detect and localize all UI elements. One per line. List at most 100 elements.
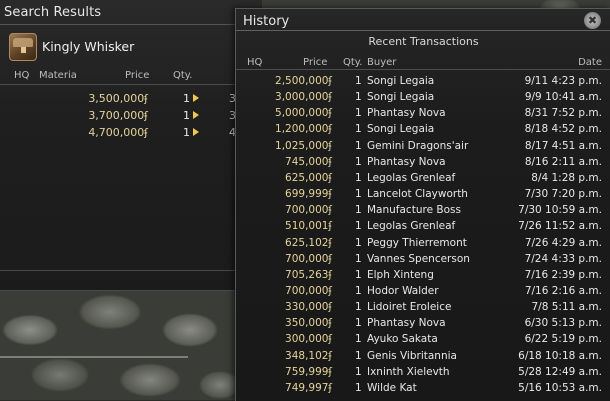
transaction-buyer: Songi Legaia — [367, 91, 435, 104]
listing-row[interactable]: 3,700,000ʄ 1 3 — [0, 108, 262, 125]
transaction-row: 759,999ʄ 1 Ixninth Xielevth 5/28 12:49 a.m. — [236, 365, 610, 381]
transaction-date: 9/11 4:23 p.m. — [524, 75, 602, 87]
search-results-window: Search Results Kingly Whisker HQ Materia… — [0, 0, 262, 291]
transaction-price: 745,000ʄ — [285, 155, 332, 168]
transaction-qty: 1 — [355, 349, 362, 362]
transaction-buyer: Hodor Walder — [367, 284, 439, 297]
transaction-date: 8/16 2:11 a.m. — [524, 155, 602, 168]
close-icon[interactable]: ✖ — [584, 12, 601, 29]
transaction-qty: 1 — [355, 268, 362, 281]
transaction-date: 8/17 4:51 a.m. — [524, 139, 602, 152]
transaction-row: 699,999ʄ 1 Lancelot Clayworth 7/30 7:20 p.m… — [236, 187, 610, 203]
transaction-price: 700,000ʄ — [285, 284, 332, 297]
column-header-date: Date — [578, 57, 602, 68]
transaction-price: 348,102ʄ — [285, 349, 332, 362]
header-divider — [0, 84, 262, 85]
transaction-price: 300,000ʄ — [285, 333, 332, 346]
transaction-qty: 1 — [355, 365, 362, 378]
transaction-date: 6/22 5:19 p.m. — [524, 333, 602, 346]
transaction-price: 330,000ʄ — [285, 301, 332, 314]
transaction-price: 350,000ʄ — [285, 317, 332, 330]
transaction-row: 510,001ʄ 1 Legolas Grenleaf 7/26 11:52 a.m. — [236, 219, 610, 235]
transaction-date: 9/9 10:41 a.m. — [524, 91, 602, 104]
transaction-price: 700,000ʄ — [285, 252, 332, 265]
transaction-price: 2,500,000ʄ — [275, 75, 332, 87]
column-header-buyer: Buyer — [367, 57, 397, 68]
column-header-price[interactable]: Price — [125, 70, 149, 81]
play-arrow-icon — [193, 128, 199, 136]
transaction-date: 7/30 7:20 p.m. — [524, 188, 602, 201]
transaction-date: 5/16 10:53 a.m. — [518, 381, 602, 394]
transaction-price: 699,999ʄ — [285, 188, 332, 201]
transaction-buyer: Vannes Spencerson — [367, 252, 470, 265]
column-header-hq: HQ — [247, 57, 263, 68]
listing-row[interactable]: 3,500,000ʄ 1 3 — [0, 91, 262, 108]
transaction-price: 749,997ʄ — [285, 381, 332, 394]
transaction-buyer: Manufacture Boss — [367, 204, 461, 217]
listing-qty: 1 — [183, 92, 190, 105]
transaction-row: 1,200,000ʄ 1 Songi Legaia 8/18 4:52 p.m. — [236, 122, 610, 138]
transaction-qty: 1 — [355, 107, 362, 120]
transaction-price: 510,001ʄ — [285, 220, 332, 233]
chest-lid — [13, 38, 33, 47]
transaction-buyer: Lidoiret Eroleice — [367, 301, 452, 314]
transaction-price: 5,000,000ʄ — [275, 107, 332, 120]
transaction-row: 5,000,000ʄ 1 Phantasy Nova 8/31 7:52 p.m. — [236, 106, 610, 122]
transaction-row: 300,000ʄ 1 Ayuko Sakata 6/22 5:19 p.m. — [236, 332, 610, 348]
transaction-price: 700,000ʄ — [285, 204, 332, 217]
transaction-date: 7/8 5:11 a.m. — [531, 301, 603, 314]
transaction-buyer: Peggy Thierremont — [367, 236, 467, 249]
transaction-row: 330,000ʄ 1 Lidoiret Eroleice 7/8 5:11 a.m. — [236, 300, 610, 316]
transaction-buyer: Legolas Grenleaf — [367, 171, 456, 184]
ground-line — [0, 356, 188, 358]
transaction-date: 7/24 4:33 p.m. — [524, 252, 602, 265]
transaction-price: 625,000ʄ — [285, 171, 332, 184]
search-results-title: Search Results — [4, 5, 102, 20]
transaction-row: 2,500,000ʄ 1 Songi Legaia 9/11 4:23 p.m. — [236, 74, 610, 90]
transaction-row: 705,263ʄ 1 Elph Xinteng 7/16 2:39 p.m. — [236, 268, 610, 284]
transaction-qty: 1 — [355, 123, 362, 136]
transaction-date: 7/16 2:16 a.m. — [524, 284, 602, 297]
history-subtitle: Recent Transactions — [368, 35, 479, 48]
transaction-date: 7/16 2:39 p.m. — [524, 268, 602, 281]
transaction-buyer: Ixninth Xielevth — [367, 365, 450, 378]
transaction-date: 7/26 4:29 a.m. — [524, 236, 602, 249]
listing-row[interactable]: 4,700,000ʄ 1 4 — [0, 125, 262, 142]
history-title: History — [243, 14, 290, 29]
transaction-date: 8/18 4:52 p.m. — [524, 123, 602, 136]
listing-price: 4,700,000ʄ — [88, 126, 148, 139]
transaction-qty: 1 — [355, 155, 362, 168]
transaction-qty: 1 — [355, 75, 362, 87]
item-chest-icon[interactable] — [9, 33, 37, 61]
column-header-qty[interactable]: Qty. — [173, 70, 192, 81]
transaction-qty: 1 — [355, 301, 362, 314]
item-name[interactable]: Kingly Whisker — [42, 39, 134, 54]
transaction-date: 8/4 1:28 p.m. — [531, 171, 602, 184]
transaction-date: 7/26 11:52 a.m. — [518, 220, 602, 233]
transaction-buyer: Elph Xinteng — [367, 268, 434, 281]
transaction-qty: 1 — [355, 91, 362, 104]
transaction-row: 700,000ʄ 1 Vannes Spencerson 7/24 4:33 p.m. — [236, 252, 610, 268]
transaction-row: 348,102ʄ 1 Genis Vibritannia 6/18 10:18 a.m… — [236, 349, 610, 365]
transaction-qty: 1 — [355, 284, 362, 297]
title-divider — [0, 24, 262, 25]
transaction-price: 1,025,000ʄ — [275, 139, 332, 152]
transaction-qty: 1 — [355, 188, 362, 201]
transaction-row: 749,997ʄ 1 Wilde Kat 5/16 10:53 a.m. — [236, 381, 610, 397]
transaction-row: 1,025,000ʄ 1 Gemini Dragons'air 8/17 4:51 a… — [236, 139, 610, 155]
column-header-hq[interactable]: HQ — [14, 70, 29, 81]
history-window: History ✖ Recent Transactions HQ Price Q… — [235, 8, 610, 401]
column-header-materia[interactable]: Materia — [39, 70, 77, 81]
listing-price: 3,700,000ʄ — [88, 109, 148, 122]
transaction-date: 8/31 7:52 p.m. — [524, 107, 602, 120]
transaction-row: 700,000ʄ 1 Hodor Walder 7/16 2:16 a.m. — [236, 284, 610, 300]
transaction-price: 705,263ʄ — [285, 268, 332, 281]
list-bottom-divider — [0, 270, 236, 271]
transaction-row: 745,000ʄ 1 Phantasy Nova 8/16 2:11 a.m. — [236, 155, 610, 171]
transaction-row: 625,102ʄ 1 Peggy Thierremont 7/26 4:29 a.m. — [236, 236, 610, 252]
transaction-buyer: Phantasy Nova — [367, 155, 446, 168]
chest-lock — [21, 47, 26, 53]
transaction-qty: 1 — [355, 204, 362, 217]
column-header-price: Price — [303, 57, 328, 68]
transaction-buyer: Songi Legaia — [367, 75, 435, 87]
